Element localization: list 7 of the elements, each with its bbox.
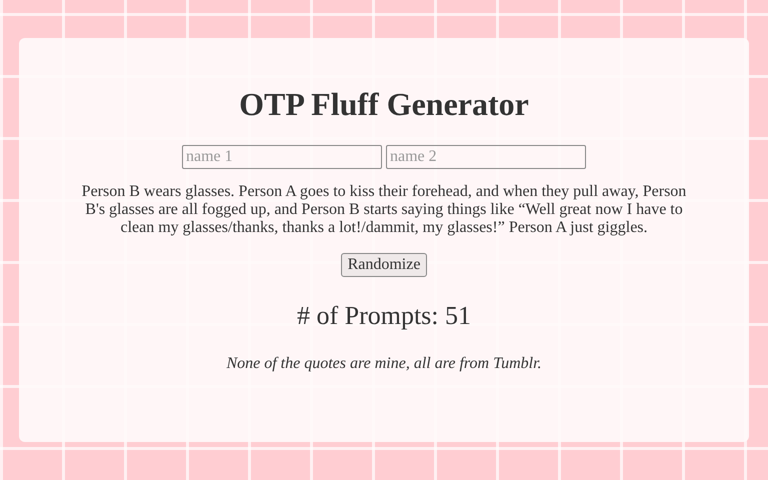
prompt-count: # of Prompts: 51 — [296, 301, 472, 331]
randomize-button[interactable]: Randomize — [340, 253, 428, 277]
name-field[interactable]: name 1 — [182, 145, 382, 169]
disclaimer-text: None of the quotes are mine, all are from Tumblr. — [226, 355, 542, 373]
page-title: OTP Fluff Generator — [239, 86, 529, 123]
name-field[interactable]: name 2 — [386, 145, 586, 169]
prompt-text: Person B wears glasses. Person A goes to kiss their forehead, and when they pull away, Person B's glasses are all fogged up, and Person B starts saying things like “Well great now I have to clean my glasses/thanks, thanks a lot!/dammit, my glasses!” Person A just giggles. — [80, 183, 688, 237]
